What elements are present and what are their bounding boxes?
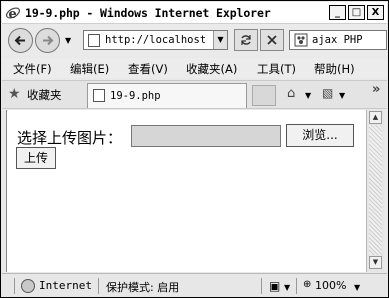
history-dropdown-icon[interactable]: ▼ xyxy=(65,36,71,45)
menu-tools[interactable]: 工具(T) xyxy=(257,61,296,77)
forward-arrow-icon xyxy=(43,35,54,46)
scroll-down-icon[interactable]: ▼ xyxy=(369,256,382,269)
menu-file[interactable]: 文件(F) xyxy=(13,61,52,77)
file-label: 选择上传图片： xyxy=(17,129,123,147)
address-dropdown-icon[interactable]: ▼ xyxy=(213,31,227,49)
window-title: 19-9.php - Windows Internet Explorer xyxy=(25,6,271,20)
tab-current[interactable]: 19-9.php xyxy=(87,83,247,108)
browser-window: e 19-9.php - Windows Internet Explorer _… xyxy=(0,0,389,298)
close-button[interactable]: X xyxy=(367,5,384,20)
favorites-star-icon[interactable]: ★ xyxy=(8,86,21,102)
zone-label: Internet xyxy=(39,279,92,292)
svg-text:e: e xyxy=(9,7,17,21)
tab-page-icon xyxy=(93,89,105,102)
status-divider xyxy=(14,278,15,294)
home-dropdown-icon[interactable]: ▼ xyxy=(305,91,311,100)
new-tab-button[interactable] xyxy=(252,85,276,106)
address-input[interactable]: http://localhost:8 xyxy=(105,34,205,46)
status-bar: Internet 保护模式: 启用 ▣ ▼ ⊕ 100% ▼ xyxy=(2,273,387,297)
tab-title: 19-9.php xyxy=(110,90,161,102)
back-arrow-icon xyxy=(14,35,25,46)
status-divider xyxy=(98,278,99,294)
page-content: 选择上传图片： 浏览... 上传 xyxy=(6,110,366,272)
menu-view[interactable]: 查看(V) xyxy=(128,61,168,77)
menu-favorites[interactable]: 收藏夹(A) xyxy=(186,61,237,77)
feeds-dropdown-icon[interactable]: ▼ xyxy=(339,91,345,100)
menu-help[interactable]: 帮助(H) xyxy=(314,61,355,77)
menu-bar: 文件(F) 编辑(E) 查看(V) 收藏夹(A) 工具(T) 帮助(H) xyxy=(2,58,387,78)
status-divider xyxy=(296,278,297,294)
vertical-scrollbar[interactable]: ▲ ▼ xyxy=(366,110,384,272)
forward-button[interactable] xyxy=(35,28,60,53)
scroll-track[interactable] xyxy=(369,125,382,255)
search-input[interactable]: ajax PHP xyxy=(312,34,363,46)
minimize-button[interactable]: _ xyxy=(329,5,346,20)
refresh-icon xyxy=(241,35,251,45)
refresh-button[interactable] xyxy=(234,29,258,51)
security-dropdown-icon[interactable]: ▼ xyxy=(284,283,290,292)
back-button[interactable] xyxy=(8,28,33,53)
address-row: ▼ http://localhost:8 ▼ ajax PHP xyxy=(2,24,387,57)
search-provider-icon xyxy=(294,33,308,47)
protected-mode-label: 保护模式: 启用 xyxy=(106,281,180,294)
toolbar-overflow-icon[interactable]: » xyxy=(372,82,380,97)
menu-edit[interactable]: 编辑(E) xyxy=(70,61,109,77)
address-bar[interactable]: http://localhost:8 ▼ xyxy=(83,30,228,50)
security-icon[interactable]: ▣ xyxy=(269,279,280,293)
page-icon xyxy=(88,34,100,47)
favorites-button[interactable]: 收藏夹 xyxy=(27,87,62,103)
zoom-icon[interactable]: ⊕ xyxy=(303,279,311,290)
favorites-bar: ★ 收藏夹 19-9.php ⌂ ▼ ▧ ▼ » xyxy=(2,80,387,109)
scroll-up-icon[interactable]: ▲ xyxy=(369,111,382,124)
status-divider xyxy=(261,278,262,294)
home-icon[interactable]: ⌂ xyxy=(287,86,295,101)
upload-button[interactable]: 上传 xyxy=(16,147,56,169)
maximize-button[interactable]: □ xyxy=(348,5,365,20)
ie-logo-icon: e xyxy=(6,7,20,21)
stop-button[interactable] xyxy=(260,29,284,51)
zoom-level[interactable]: 100% xyxy=(315,279,346,292)
zoom-dropdown-icon[interactable]: ▼ xyxy=(354,283,360,292)
browse-button[interactable]: 浏览... xyxy=(286,124,354,147)
globe-icon xyxy=(21,279,35,293)
file-path-input[interactable] xyxy=(131,125,281,147)
search-box[interactable]: ajax PHP xyxy=(289,30,387,50)
title-bar: e 19-9.php - Windows Internet Explorer _… xyxy=(2,2,387,24)
stop-icon xyxy=(267,35,277,45)
feeds-icon[interactable]: ▧ xyxy=(322,86,333,100)
